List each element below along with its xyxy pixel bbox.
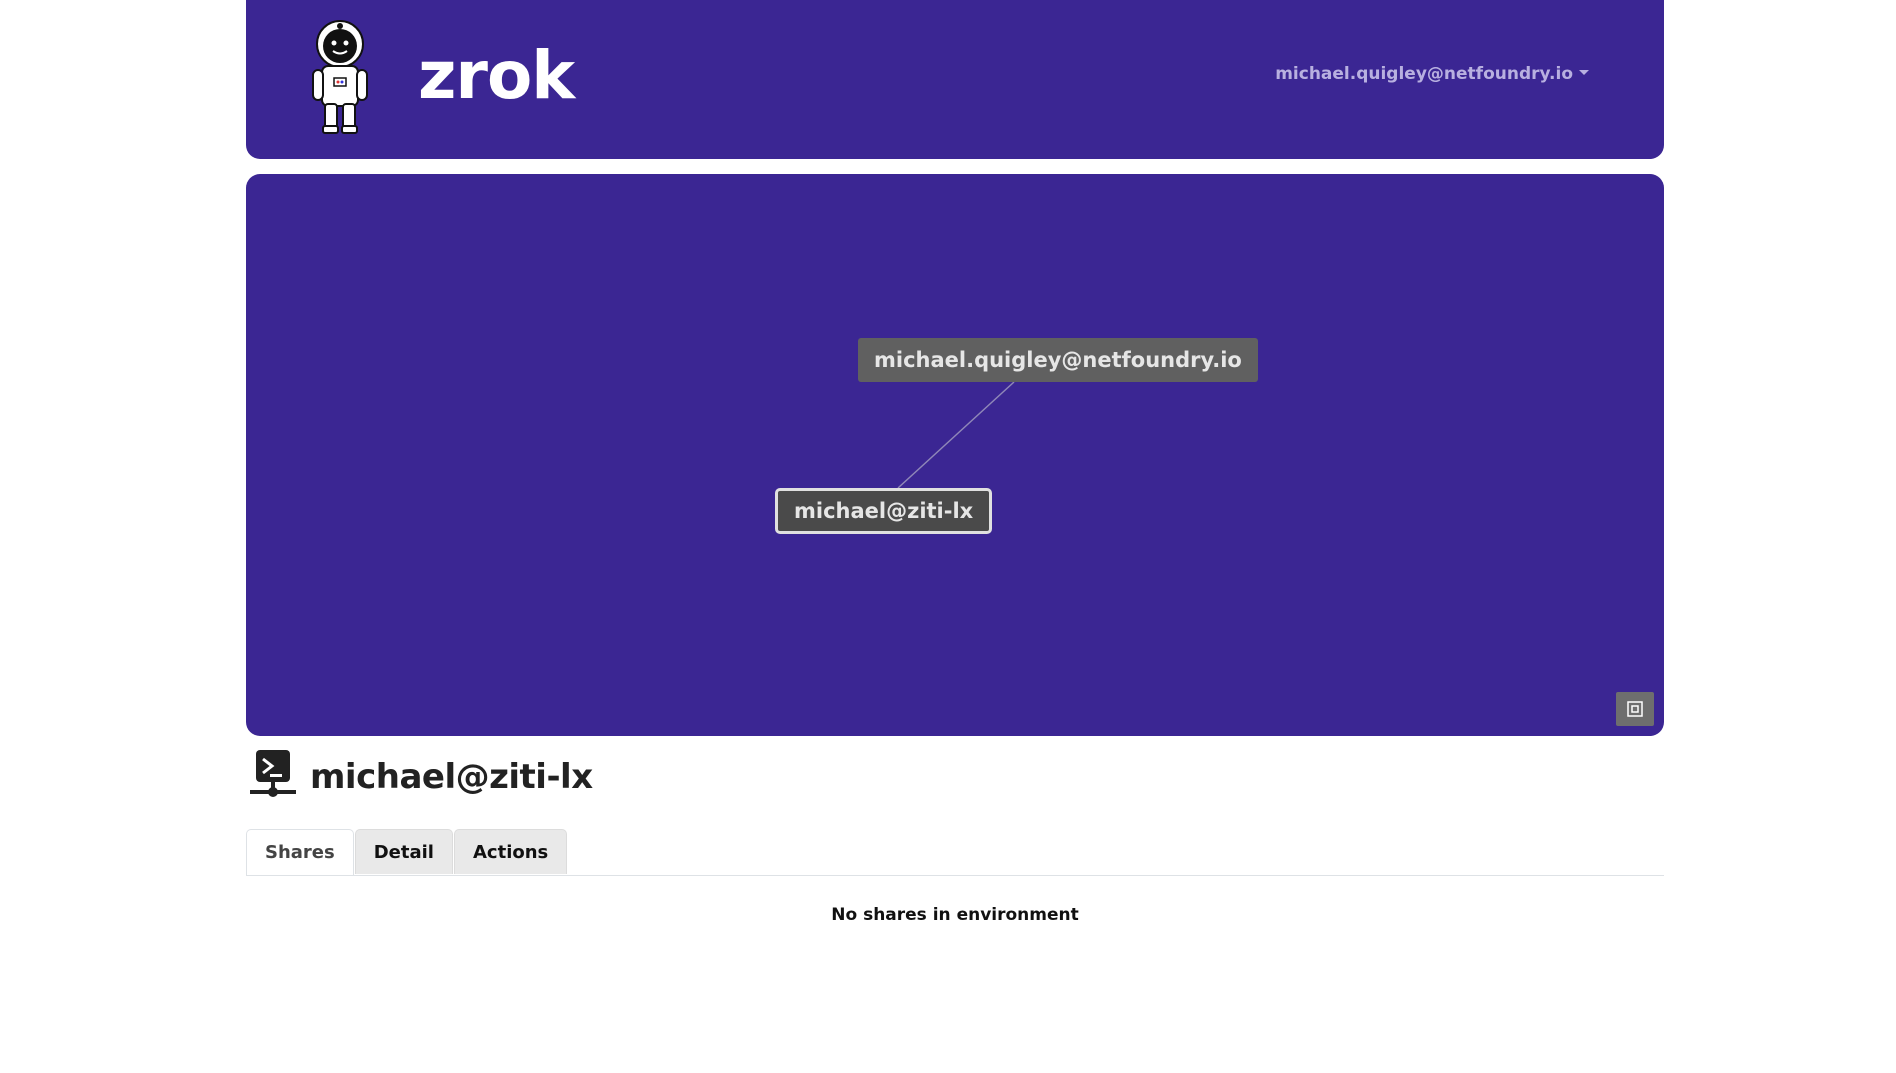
tab-shares[interactable]: Shares — [246, 829, 354, 875]
environment-title: michael@ziti-lx — [310, 757, 593, 797]
environment-graph[interactable]: michael.quigley@netfoundry.io michael@zi… — [246, 174, 1664, 736]
account-node[interactable]: michael.quigley@netfoundry.io — [858, 338, 1258, 382]
environment-node[interactable]: michael@ziti-lx — [775, 488, 993, 534]
user-email: michael.quigley@netfoundry.io — [1275, 64, 1573, 84]
tab-detail[interactable]: Detail — [354, 829, 453, 874]
astronaut-logo[interactable] — [310, 20, 370, 135]
brand-title[interactable]: zrok — [418, 36, 575, 116]
user-menu-dropdown[interactable]: michael.quigley@netfoundry.io — [1275, 64, 1589, 84]
environment-header: michael@ziti-lx — [250, 750, 593, 804]
environment-tabs: Shares Detail Actions — [246, 829, 1664, 876]
fit-view-button[interactable] — [1616, 692, 1654, 726]
empty-shares-message: No shares in environment — [831, 905, 1079, 925]
fit-view-icon — [1627, 701, 1643, 717]
tab-actions[interactable]: Actions — [453, 829, 568, 874]
terminal-network-icon — [250, 750, 296, 804]
graph-link — [897, 381, 1015, 489]
caret-down-icon — [1579, 69, 1589, 75]
app-header: zrok michael.quigley@netfoundry.io — [246, 0, 1664, 159]
